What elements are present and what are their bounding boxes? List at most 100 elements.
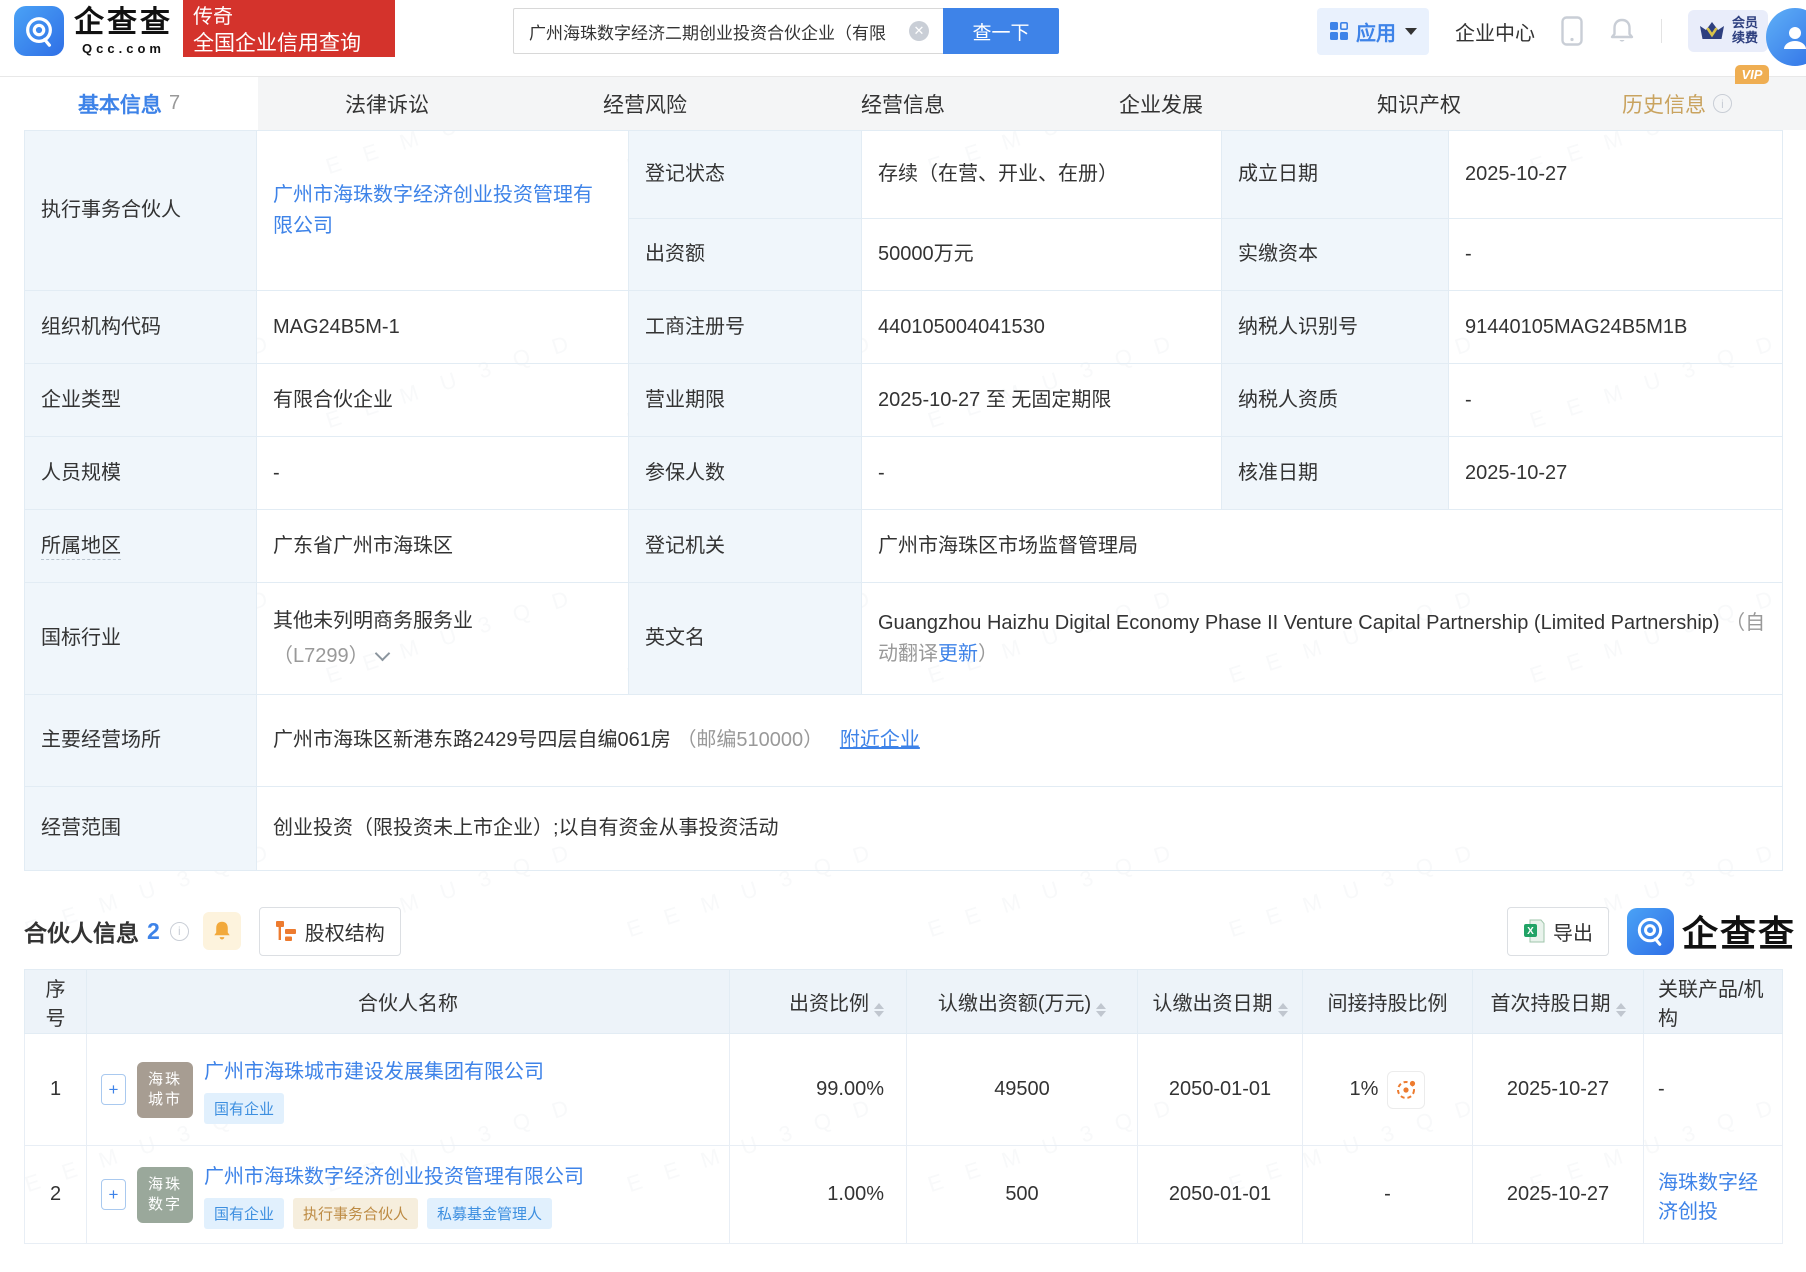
field-label: 英文名 xyxy=(629,583,862,695)
tab-enterprise-development[interactable]: 企业发展 xyxy=(1032,77,1290,130)
tab-basic-info[interactable]: 基本信息 7 xyxy=(0,77,258,130)
field-label: 出资额 xyxy=(629,219,862,291)
chevron-down-icon xyxy=(1405,28,1417,35)
row-number: 2 xyxy=(25,1146,87,1244)
col-ratio[interactable]: 出资比例 xyxy=(730,970,907,1034)
org-chart-icon xyxy=(275,920,297,942)
field-value: - xyxy=(1449,364,1783,437)
tab-operation-info[interactable]: 经营信息 xyxy=(774,77,1032,130)
search-button[interactable]: 查一下 xyxy=(943,8,1059,54)
related-product-link[interactable]: 海珠数字经济创投 xyxy=(1658,1172,1758,1223)
partner-company-link[interactable]: 广州市海珠数字经济创业投资管理有限公司 xyxy=(204,1160,584,1189)
notifications-bell-icon[interactable] xyxy=(1609,17,1635,45)
field-value: 2025-10-27 xyxy=(1449,437,1783,510)
indirect-ratio-value: - xyxy=(1303,1146,1473,1244)
field-label: 登记状态 xyxy=(629,131,862,219)
subscribe-date-value: 2050-01-01 xyxy=(1138,1146,1303,1244)
sort-icon[interactable] xyxy=(874,1003,884,1017)
col-related-products: 关联产品/机构 xyxy=(1644,970,1783,1034)
partner-avatar: 海珠 城市 xyxy=(137,1062,193,1118)
expand-row-button[interactable]: + xyxy=(101,1074,126,1105)
field-label: 核准日期 xyxy=(1222,437,1449,510)
col-subscribed-date[interactable]: 认缴出资日期 xyxy=(1138,970,1303,1034)
nearby-companies-link[interactable]: 附近企业 xyxy=(840,729,920,751)
field-label: 执行事务合伙人 xyxy=(25,131,257,291)
field-value: 有限合伙企业 xyxy=(257,364,629,437)
apps-grid-icon xyxy=(1329,21,1349,41)
col-first-holding-date[interactable]: 首次持股日期 xyxy=(1473,970,1644,1034)
executive-partner-cell: 广州市海珠数字经济创业投资管理有限公司 xyxy=(257,131,629,291)
tab-history-info[interactable]: VIP 历史信息 i xyxy=(1548,77,1806,130)
expand-row-button[interactable]: + xyxy=(101,1179,126,1210)
qcc-logo[interactable]: 企查查 Qcc.com xyxy=(14,6,173,56)
tab-operation-risk[interactable]: 经营风险 xyxy=(516,77,774,130)
sort-icon[interactable] xyxy=(1096,1003,1106,1017)
executive-partner-link[interactable]: 广州市海珠数字经济创业投资管理有限公司 xyxy=(273,184,593,237)
equity-penetration-button[interactable] xyxy=(1387,1071,1425,1109)
partners-table-header: 序号 合伙人名称 出资比例 认缴出资额(万元) 认缴出资日期 间接持股比例 首次… xyxy=(25,970,1783,1034)
field-value: MAG24B5M-1 xyxy=(257,291,629,364)
detail-tabs: 基本信息 7 法律诉讼 经营风险 经营信息 企业发展 知识产权 VIP 历史信息… xyxy=(0,76,1806,130)
field-value: 广州市海珠区市场监督管理局 xyxy=(862,510,1783,583)
export-button[interactable]: X 导出 xyxy=(1507,907,1609,956)
address-text: 广州市海珠区新港东路2429号四层自编061房 xyxy=(273,729,671,751)
field-value: 50000万元 xyxy=(862,219,1222,291)
partner-row: 2 + 海珠 数字 广州市海珠数字经济创业投资管理有限公司 国有企业 执行事务合… xyxy=(25,1146,1783,1244)
field-label: 实缴资本 xyxy=(1222,219,1449,291)
apps-menu[interactable]: 应用 xyxy=(1317,8,1429,55)
industry-cell: 其他未列明商务服务业 （L7299） xyxy=(257,583,629,695)
bell-icon xyxy=(212,920,232,942)
basic-info-table: 执行事务合伙人 广州市海珠数字经济创业投资管理有限公司 登记状态 存续（在营、开… xyxy=(24,130,1783,871)
promo-badge: 传奇 全国企业信用查询 xyxy=(183,0,395,57)
excel-icon: X xyxy=(1523,919,1545,943)
sort-icon[interactable] xyxy=(1278,1003,1288,1017)
tag-executive-partner[interactable]: 执行事务合伙人 xyxy=(293,1198,418,1229)
member-renew-button[interactable]: 会员 续费 xyxy=(1688,10,1768,52)
tag-state-owned[interactable]: 国有企业 xyxy=(204,1093,284,1124)
field-label: 营业期限 xyxy=(629,364,862,437)
address-cell: 广州市海珠区新港东路2429号四层自编061房 （邮编510000） 附近企业 xyxy=(257,695,1783,787)
partners-section-header: 合伙人信息 2 i 股权结构 X 导出 xyxy=(24,899,1782,963)
chevron-down-icon xyxy=(374,645,390,661)
qcc-logo-icon xyxy=(1627,908,1674,955)
sort-icon[interactable] xyxy=(1616,1003,1626,1017)
search-input[interactable] xyxy=(513,8,943,54)
ratio-value: 1.00% xyxy=(730,1146,907,1244)
partner-company-link[interactable]: 广州市海珠城市建设发展集团有限公司 xyxy=(204,1055,544,1084)
qcc-watermark-logo: 企查查 xyxy=(1627,905,1796,957)
svg-text:X: X xyxy=(1527,926,1534,937)
related-product-value: - xyxy=(1644,1034,1783,1146)
equity-structure-button[interactable]: 股权结构 xyxy=(259,907,401,956)
field-value: 广东省广州市海珠区 xyxy=(257,510,629,583)
field-label: 工商注册号 xyxy=(629,291,862,364)
subscribe-date-value: 2050-01-01 xyxy=(1138,1034,1303,1146)
first-date-value: 2025-10-27 xyxy=(1473,1034,1644,1146)
field-label: 成立日期 xyxy=(1222,131,1449,219)
english-name-cell: Guangzhou Haizhu Digital Economy Phase I… xyxy=(862,583,1783,695)
tab-intellectual-property[interactable]: 知识产权 xyxy=(1290,77,1548,130)
partner-avatar: 海珠 数字 xyxy=(137,1167,193,1223)
monitor-bell-button[interactable] xyxy=(203,912,241,950)
col-subscribed-amount[interactable]: 认缴出资额(万元) xyxy=(907,970,1138,1034)
enterprise-center-link[interactable]: 企业中心 xyxy=(1455,17,1535,46)
first-date-value: 2025-10-27 xyxy=(1473,1146,1644,1244)
crown-icon xyxy=(1698,19,1726,43)
penetration-icon xyxy=(1394,1078,1418,1102)
search-bar: ✕ 查一下 xyxy=(513,8,1059,54)
translation-update-link[interactable]: 更新 xyxy=(938,643,978,665)
ratio-value: 99.00% xyxy=(730,1034,907,1146)
field-label: 所属地区 xyxy=(25,510,257,583)
industry-code-toggle[interactable]: （L7299） xyxy=(273,641,612,672)
partners-title: 合伙人信息 xyxy=(24,914,139,948)
tab-legal-litigation[interactable]: 法律诉讼 xyxy=(258,77,516,130)
clear-search-icon[interactable]: ✕ xyxy=(909,21,929,41)
vip-badge: VIP xyxy=(1735,65,1770,84)
tag-state-owned[interactable]: 国有企业 xyxy=(204,1198,284,1229)
field-label: 经营范围 xyxy=(25,787,257,871)
field-label: 纳税人识别号 xyxy=(1222,291,1449,364)
tag-fund-manager[interactable]: 私募基金管理人 xyxy=(427,1198,552,1229)
field-value: 440105004041530 xyxy=(862,291,1222,364)
partners-table: 序号 合伙人名称 出资比例 认缴出资额(万元) 认缴出资日期 间接持股比例 首次… xyxy=(24,969,1783,1244)
col-indirect-ratio: 间接持股比例 xyxy=(1303,970,1473,1034)
mobile-app-icon[interactable] xyxy=(1561,16,1583,46)
